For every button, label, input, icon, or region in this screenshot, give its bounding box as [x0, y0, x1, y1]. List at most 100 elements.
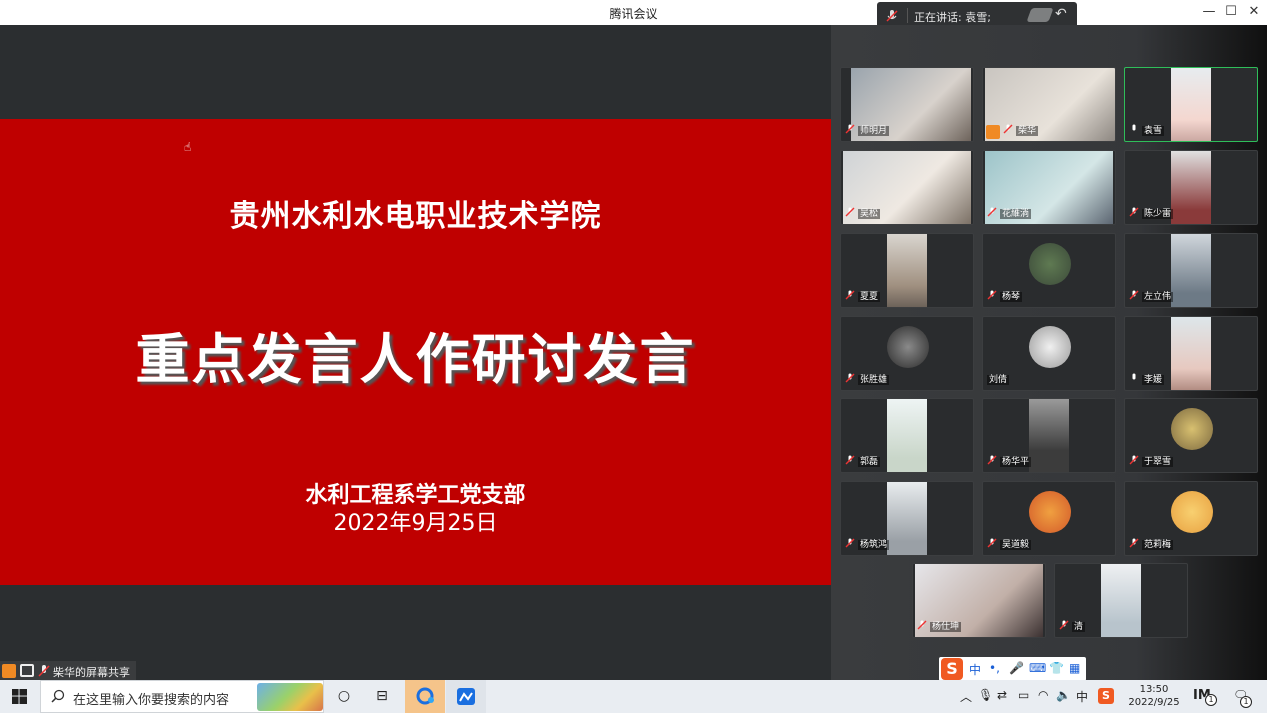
participant-tile[interactable]: 刘倩 — [982, 316, 1116, 391]
participant-name: 杨琴 — [1000, 292, 1023, 302]
participant-avatar — [1171, 491, 1213, 533]
participant-name: 花維淌 — [1000, 209, 1032, 219]
participant-name-label: 师明月 — [845, 124, 890, 138]
app-taskbar-icon[interactable] — [446, 680, 486, 713]
participant-name-label: 郭磊 — [845, 455, 881, 469]
close-button[interactable]: ✕ — [1243, 2, 1265, 22]
tray-volume-icon[interactable]: 🔈 — [1056, 688, 1071, 702]
participant-tile[interactable]: 吴松 — [840, 150, 974, 225]
participant-name: 于翠雪 — [1142, 457, 1174, 467]
participant-tile[interactable]: 陈少雷 — [1124, 150, 1258, 225]
mic-muted-icon — [917, 620, 927, 630]
taskbar: 在这里输入你要搜索的内容 ○ ⊟ ︿ 🎙 ⇄ ▭ ◠ 🔈 中 S 13:50 2… — [0, 680, 1267, 713]
participant-video — [1171, 234, 1211, 307]
participant-tile[interactable]: 柴华 — [982, 67, 1116, 142]
participant-name-label: 花維淌 — [987, 207, 1032, 221]
participant-tile[interactable]: 清 — [1054, 563, 1188, 638]
participant-tile[interactable]: 杨仕坤 — [912, 563, 1046, 638]
participant-tile[interactable]: 杨华平 — [982, 398, 1116, 473]
participant-name: 吴松 — [858, 209, 881, 219]
mic-muted-icon — [845, 290, 855, 300]
participant-tile[interactable]: 杨琴 — [982, 233, 1116, 308]
sogou-logo-icon[interactable]: S — [941, 658, 963, 680]
presentation-slide: 贵州水利水电职业技术学院 重点发言人作研讨发言 水利工程系学工党支部 2022年… — [0, 119, 831, 585]
participant-name-label: 陈少雷 — [1129, 207, 1174, 221]
participant-video — [1171, 317, 1211, 390]
ime-toolbar[interactable]: S 中 •, 🎤 ⌨ 👕 ▦ — [939, 657, 1086, 681]
participant-tile[interactable]: 张胜雄 — [840, 316, 974, 391]
participant-name-label: 于翠雪 — [1129, 455, 1174, 469]
participant-video — [887, 482, 927, 555]
cortana-icon[interactable]: ○ — [325, 680, 363, 713]
participant-tile[interactable]: 于翠雪 — [1124, 398, 1258, 473]
participant-name: 夏夏 — [858, 292, 881, 302]
participant-tile[interactable]: 杨筑鸿 — [840, 481, 974, 556]
participant-name-label: 李媛 — [1129, 373, 1165, 387]
participant-tile[interactable]: 师明月 — [840, 67, 974, 142]
participant-tile[interactable]: 夏夏 — [840, 233, 974, 308]
participant-name: 袁雪 — [1142, 126, 1165, 136]
ime-toolbox-icon[interactable]: ▦ — [1069, 661, 1080, 675]
participant-tile[interactable]: 郭磊 — [840, 398, 974, 473]
participant-avatar — [887, 326, 929, 368]
speaking-label: 正在讲话: 袁雪; — [914, 11, 991, 24]
participant-tile[interactable]: 吴道毅 — [982, 481, 1116, 556]
participant-tile[interactable]: 左立伟 — [1124, 233, 1258, 308]
mic-muted-icon — [987, 538, 997, 548]
taskbar-search[interactable]: 在这里输入你要搜索的内容 — [40, 680, 324, 713]
participant-name-label: 张胜雄 — [845, 373, 890, 387]
mic-muted-icon — [886, 10, 898, 22]
ime-punct[interactable]: •, — [989, 661, 1000, 675]
participant-tile[interactable]: 范莉梅 — [1124, 481, 1258, 556]
participant-tile[interactable]: 袁雪 — [1124, 67, 1258, 142]
participant-name: 师明月 — [858, 126, 890, 136]
participant-panel: 师明月 柴华 袁雪吴松 花維淌 陈少雷夏夏 杨琴 左立伟张胜雄 刘倩 李媛郭磊 杨华平 于翠雪杨筑鸿… — [831, 25, 1267, 680]
participant-avatar — [1171, 408, 1213, 450]
share-label-text: 柴华的屏幕共享 — [53, 666, 130, 679]
taskbar-clock[interactable]: 13:50 2022/9/25 — [1126, 683, 1182, 709]
participant-name-label: 杨华平 — [987, 455, 1032, 469]
participant-name: 杨仕坤 — [930, 622, 962, 632]
windows-start-icon[interactable] — [12, 689, 27, 704]
participant-name-label: 夏夏 — [845, 290, 881, 304]
mic-muted-icon — [1059, 620, 1069, 630]
tray-overflow-icon[interactable]: ︿ — [960, 688, 972, 705]
ime-keyboard-icon[interactable]: ⌨ — [1029, 661, 1046, 675]
tray-app-badge: 1 — [1205, 694, 1217, 706]
slide-date: 2022年9月25日 — [333, 511, 498, 536]
pointer-cursor-icon: ☝ — [184, 140, 192, 154]
clock-time: 13:50 — [1139, 684, 1169, 695]
participant-tile[interactable]: 花維淌 — [982, 150, 1116, 225]
tray-wifi-icon[interactable]: ◠ — [1038, 688, 1048, 702]
tray-mic-icon[interactable]: 🎙 — [978, 688, 993, 702]
participant-name: 李媛 — [1142, 375, 1165, 385]
search-placeholder: 在这里输入你要搜索的内容 — [73, 693, 230, 708]
sogou-tray-icon[interactable]: S — [1098, 688, 1114, 704]
tray-network-switch-icon[interactable]: ⇄ — [997, 688, 1007, 702]
participant-video — [1101, 564, 1141, 637]
participant-video — [1171, 68, 1211, 141]
ime-mode[interactable]: 中 — [969, 661, 981, 678]
mic-muted-icon — [845, 207, 855, 217]
mic-muted-icon — [1003, 124, 1013, 134]
mic-muted-icon — [1129, 290, 1139, 300]
clock-date: 2022/9/25 — [1128, 697, 1180, 708]
participant-tile[interactable]: 李媛 — [1124, 316, 1258, 391]
participant-name-label: 柴华 — [1003, 124, 1039, 138]
task-view-icon[interactable]: ⊟ — [363, 680, 401, 713]
minimize-button[interactable]: — — [1198, 2, 1220, 22]
screen-share-icon — [20, 664, 34, 677]
mic-muted-icon — [987, 455, 997, 465]
tray-battery-icon[interactable]: ▭ — [1018, 688, 1029, 702]
tencent-meeting-taskbar-icon[interactable] — [405, 680, 445, 713]
participant-avatar — [1029, 491, 1071, 533]
ime-voice-icon[interactable]: 🎤 — [1009, 661, 1024, 675]
participant-name: 柴华 — [1016, 126, 1039, 136]
collapse-icon[interactable]: ↶ — [1055, 6, 1067, 22]
tray-ime-indicator[interactable]: 中 — [1076, 688, 1088, 705]
ime-skin-icon[interactable]: 👕 — [1049, 661, 1064, 675]
mic-muted-icon — [845, 538, 855, 548]
participant-name-label: 杨筑鸿 — [845, 538, 890, 552]
participant-name-label: 刘倩 — [987, 373, 1010, 387]
maximize-button[interactable]: ☐ — [1220, 2, 1242, 22]
